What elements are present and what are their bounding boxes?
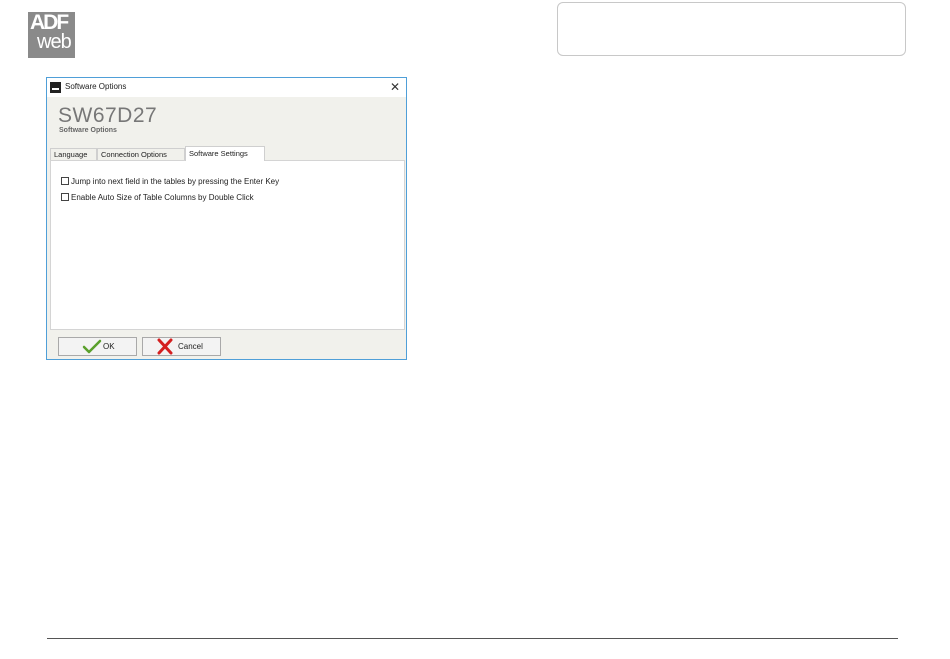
- red-x-icon: [155, 338, 175, 355]
- software-options-dialog: Software Options ✕ SW67D27 Software Opti…: [46, 77, 407, 360]
- ok-button-label: OK: [103, 342, 115, 351]
- cancel-button-label: Cancel: [178, 342, 203, 351]
- dialog-subheading: Software Options: [59, 127, 117, 134]
- adfweb-logo: ADF web: [28, 12, 75, 58]
- enter-key-checkbox[interactable]: [61, 177, 69, 185]
- product-code-heading: SW67D27: [58, 104, 158, 127]
- tab-connection-options[interactable]: Connection Options: [97, 148, 185, 160]
- cancel-button[interactable]: Cancel: [142, 337, 221, 356]
- tab-software-settings[interactable]: Software Settings: [185, 146, 265, 161]
- header-box: [557, 2, 906, 56]
- software-settings-panel: Jump into next field in the tables by pr…: [50, 160, 405, 330]
- window-title: Software Options: [65, 82, 127, 91]
- option-row-auto-size[interactable]: Enable Auto Size of Table Columns by Dou…: [61, 191, 254, 203]
- auto-size-checkbox[interactable]: [61, 193, 69, 201]
- auto-size-label: Enable Auto Size of Table Columns by Dou…: [71, 192, 254, 202]
- title-bar: Software Options ✕: [47, 78, 406, 97]
- checkmark-icon: [82, 338, 102, 355]
- enter-key-label: Jump into next field in the tables by pr…: [71, 176, 280, 186]
- tab-language[interactable]: Language: [50, 148, 97, 160]
- adfweb-app-icon: [50, 82, 61, 93]
- option-row-enter-key[interactable]: Jump into next field in the tables by pr…: [61, 175, 279, 187]
- logo-text-web: web: [37, 31, 72, 53]
- ok-button[interactable]: OK: [58, 337, 137, 356]
- close-button[interactable]: ✕: [388, 80, 402, 94]
- footer-divider: [47, 638, 898, 639]
